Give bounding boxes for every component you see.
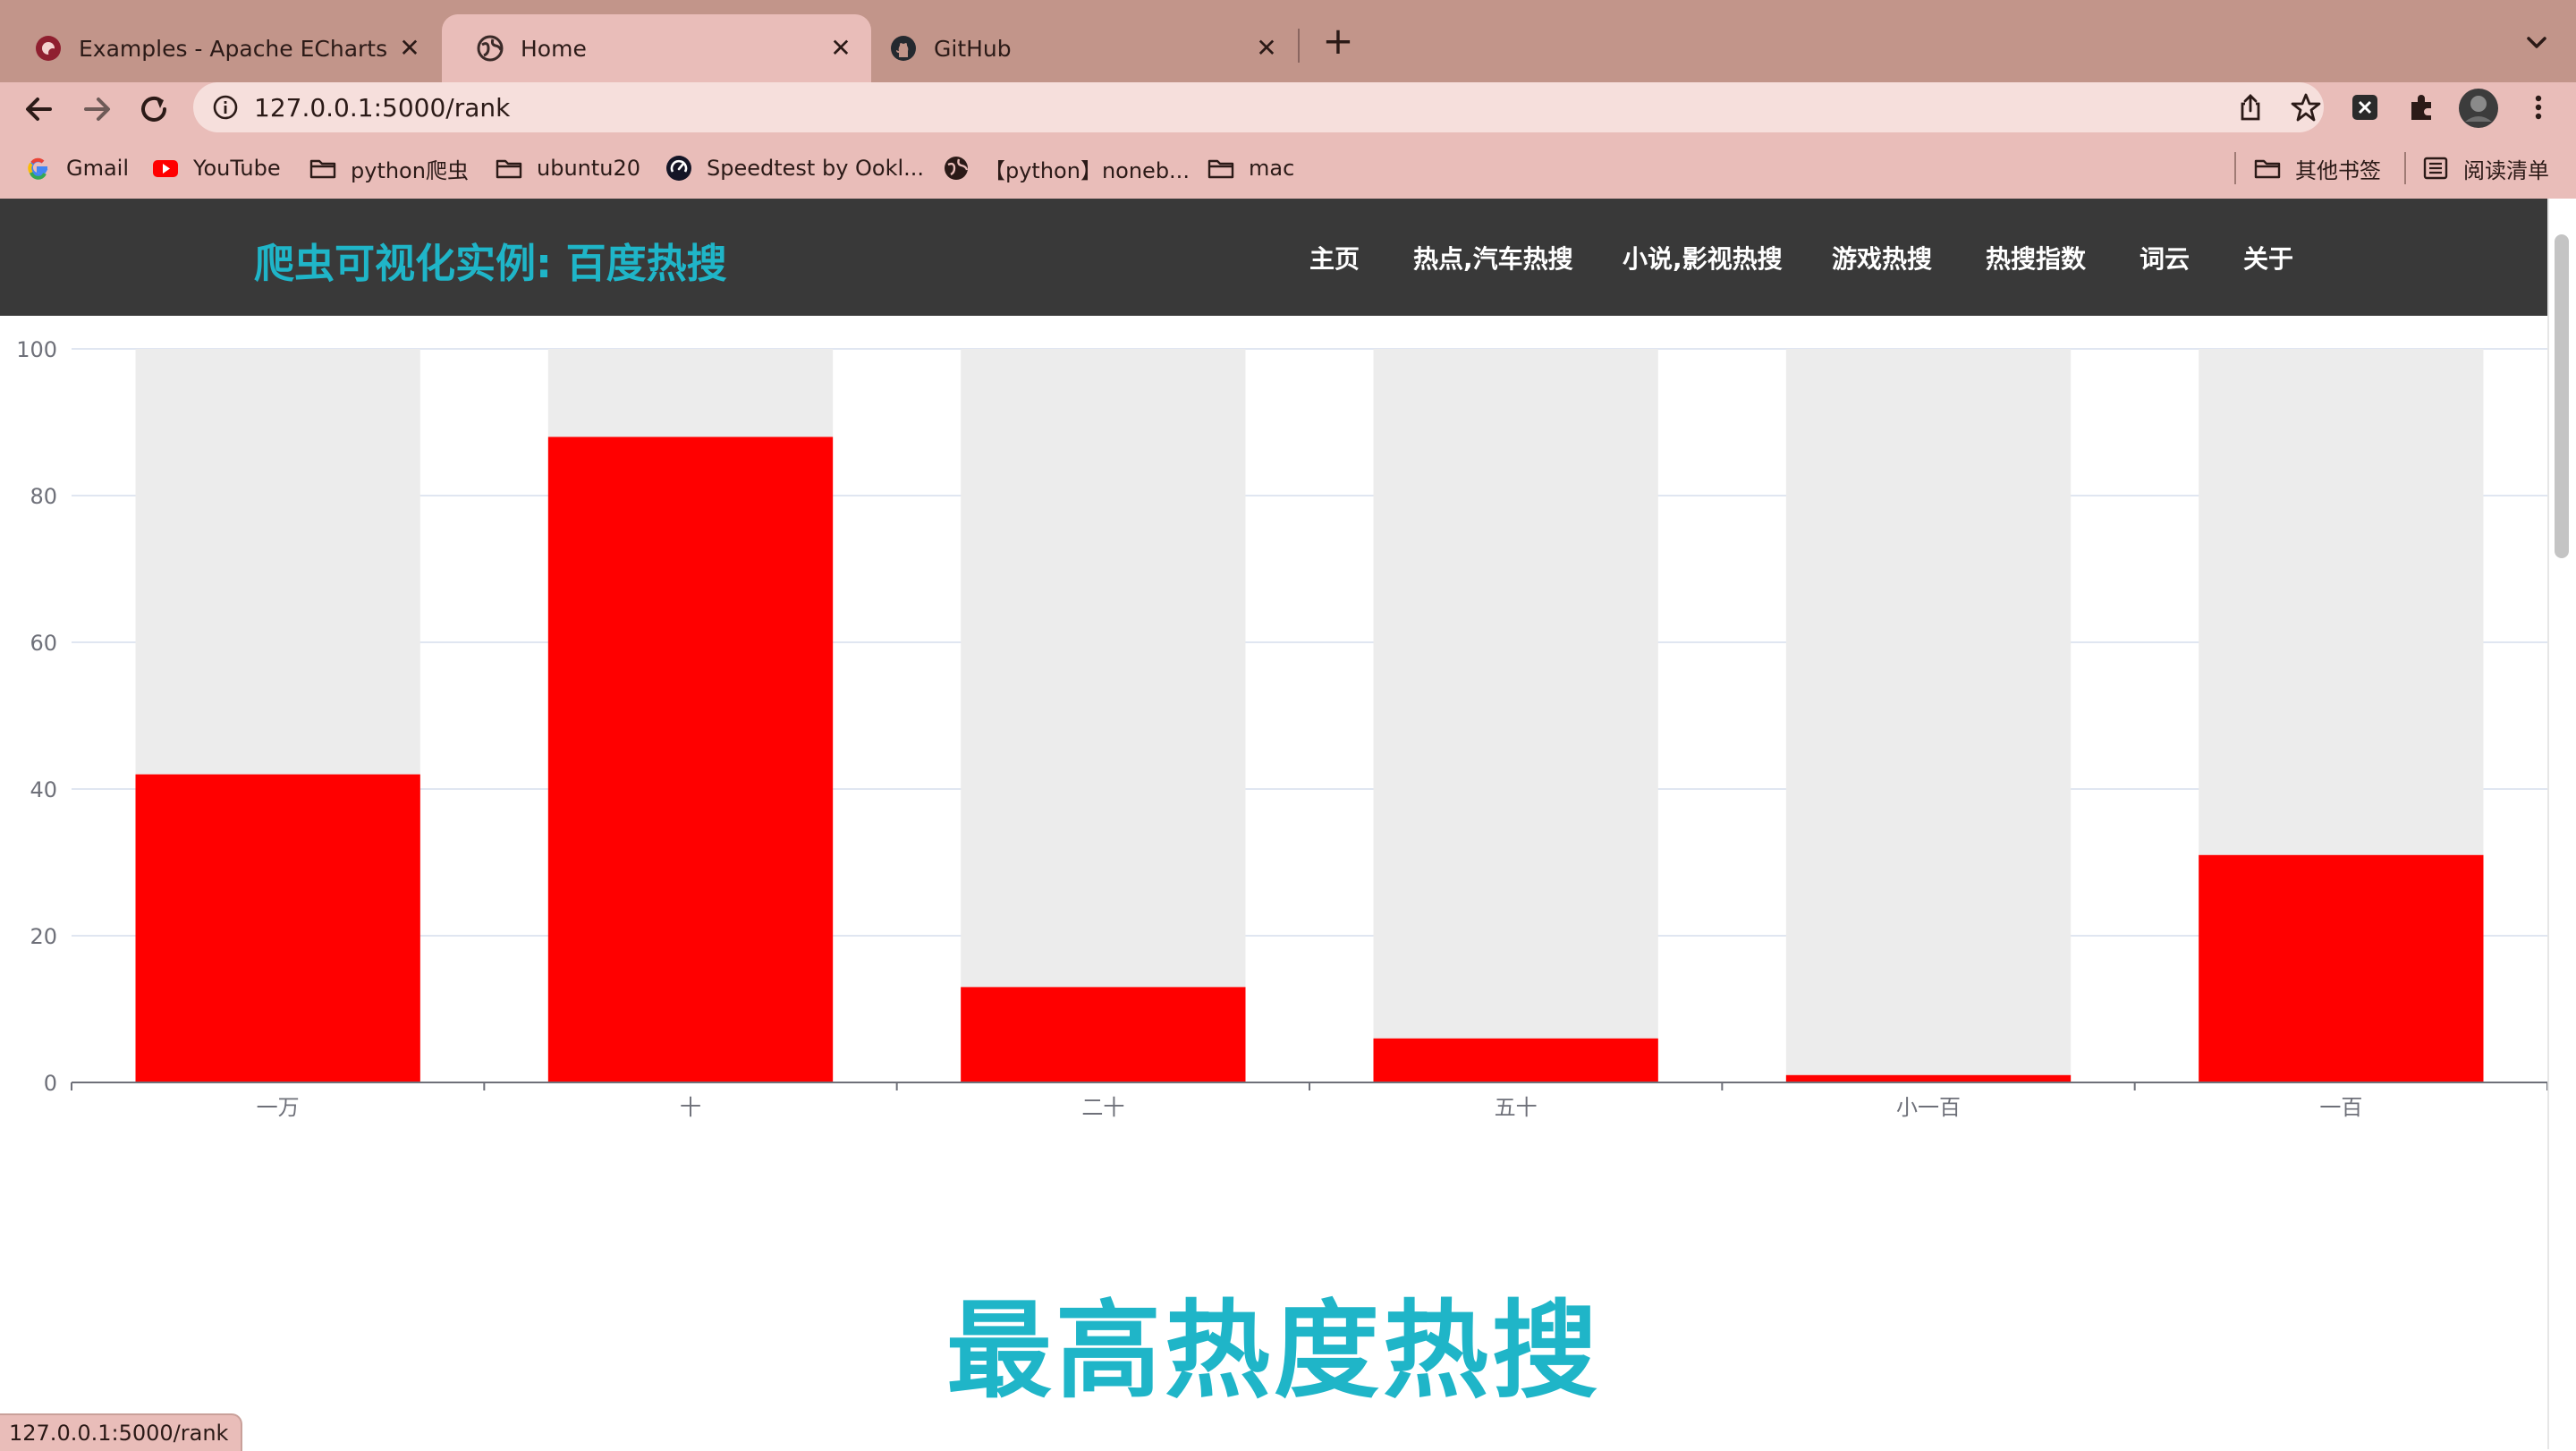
bookmark-mac-folder[interactable]: mac [1208, 150, 1294, 186]
browser-tab-home[interactable]: Home ✕ [442, 14, 871, 82]
tab-divider [1298, 29, 1300, 63]
github-icon [891, 36, 916, 61]
y-tick-label: 40 [30, 777, 57, 802]
bar [1373, 1038, 1658, 1082]
bookmark-python-nonebot[interactable]: 【python】noneb... [943, 150, 1190, 186]
nav-link-hot-car[interactable]: 热点,汽车热搜 [1413, 240, 1573, 276]
bar [547, 437, 834, 1082]
scrollbar-thumb[interactable] [2555, 234, 2569, 558]
close-tab-icon[interactable]: ✕ [828, 36, 853, 61]
extension-x-icon[interactable] [2347, 89, 2383, 125]
back-arrow-icon[interactable] [20, 89, 59, 129]
tab-title: Examples - Apache ECharts [79, 35, 388, 62]
bar [961, 987, 1246, 1082]
globe-icon [945, 157, 969, 180]
browser-tab-echarts[interactable]: Examples - Apache ECharts ✕ [0, 14, 440, 82]
close-tab-icon[interactable]: ✕ [397, 36, 422, 61]
page-viewport: 爬虫可视化实例: 百度热搜 主页 热点,汽车热搜 小说,影视热搜 游戏热搜 热搜… [0, 199, 2547, 1449]
bookmark-label: 阅读清单 [2463, 157, 2549, 183]
forward-arrow-icon[interactable] [77, 89, 116, 129]
x-tick-label: 小一百 [1896, 1095, 1961, 1120]
site-title[interactable]: 爬虫可视化实例: 百度热搜 [254, 231, 727, 289]
reading-list-icon [2423, 157, 2448, 180]
extensions-puzzle-icon[interactable] [2404, 89, 2440, 125]
bookmark-label: ubuntu20 [537, 156, 641, 181]
folder-icon [309, 159, 336, 179]
x-tick-label: 一百 [2319, 1095, 2362, 1120]
close-tab-icon[interactable]: ✕ [1254, 36, 1279, 61]
bookmark-label: 【python】noneb... [984, 157, 1190, 183]
reload-icon[interactable] [134, 89, 174, 129]
bar [2199, 854, 2484, 1082]
site-header: 爬虫可视化实例: 百度热搜 主页 热点,汽车热搜 小说,影视热搜 游戏热搜 热搜… [0, 199, 2547, 316]
nav-link-hot-index[interactable]: 热搜指数 [1986, 240, 2086, 276]
reading-list-button[interactable]: 阅读清单 [2422, 150, 2549, 186]
bar [1785, 1074, 2072, 1082]
youtube-icon [153, 160, 178, 177]
bar-chart: 0 20 40 60 80 100 一万 十 二十 五十 小一百 一百 [16, 337, 2547, 1120]
bar-background [1373, 349, 1658, 1082]
bookmark-label: 其他书签 [2295, 157, 2381, 183]
bookmark-python-folder[interactable]: python爬虫 [309, 150, 469, 186]
bookmarks-divider [2404, 152, 2406, 184]
status-url-bubble: 127.0.0.1:5000/rank [0, 1413, 243, 1451]
browser-toolbar: 127.0.0.1:5000/rank Gmail YouTube python… [0, 82, 2576, 216]
page-heading: 最高热度热搜 [945, 1289, 1601, 1413]
x-tick-label: 一万 [257, 1095, 300, 1120]
globe-icon [477, 35, 504, 62]
y-tick-label: 100 [16, 337, 57, 362]
x-tick-label: 二十 [1081, 1095, 1124, 1120]
bookmark-label: Gmail [66, 156, 130, 181]
tab-title: Home [521, 35, 587, 62]
other-bookmarks-folder[interactable]: 其他书签 [2254, 150, 2381, 186]
bookmarks-bar: Gmail YouTube python爬虫 ubuntu20 Speedtes… [0, 145, 2576, 191]
kebab-menu-icon[interactable] [2521, 89, 2556, 125]
google-icon [28, 157, 48, 180]
bookmark-label: python爬虫 [351, 157, 469, 183]
bar [135, 774, 420, 1082]
nav-link-games[interactable]: 游戏热搜 [1832, 240, 1932, 276]
chevron-down-icon[interactable] [2521, 27, 2553, 59]
bookmark-label: Speedtest by Ookl... [707, 156, 925, 181]
folder-icon [1208, 159, 1234, 179]
x-tick-label: 十 [680, 1095, 701, 1120]
bookmark-youtube[interactable]: YouTube [152, 150, 281, 186]
nav-link-word-cloud[interactable]: 词云 [2140, 240, 2190, 276]
y-tick-label: 80 [30, 484, 57, 509]
bookmark-gmail[interactable]: Gmail [25, 150, 129, 186]
bookmark-label: YouTube [193, 156, 281, 181]
bar-background [961, 349, 1246, 1082]
speedtest-icon [666, 156, 691, 181]
profile-avatar[interactable] [2458, 88, 2499, 129]
bookmark-label: mac [1249, 156, 1295, 181]
folder-icon [2254, 159, 2281, 179]
bookmark-speedtest[interactable]: Speedtest by Ookl... [665, 150, 924, 186]
share-icon[interactable] [2234, 91, 2267, 123]
address-bar[interactable]: 127.0.0.1:5000/rank [193, 82, 2324, 132]
bookmark-ubuntu-folder[interactable]: ubuntu20 [496, 150, 640, 186]
browser-tab-strip: Examples - Apache ECharts ✕ Home ✕ GitHu… [0, 0, 2576, 82]
bar-background [1785, 349, 2072, 1082]
tab-title: GitHub [934, 35, 1012, 62]
x-tick-label: 五十 [1495, 1095, 1538, 1120]
browser-tab-github[interactable]: GitHub ✕ [855, 14, 1297, 82]
y-tick-label: 0 [44, 1071, 57, 1096]
nav-link-about[interactable]: 关于 [2243, 240, 2293, 276]
url-text[interactable]: 127.0.0.1:5000/rank [254, 93, 510, 123]
bookmark-star-icon[interactable] [2290, 91, 2322, 123]
bookmarks-divider [2234, 152, 2236, 184]
new-tab-button[interactable]: + [1320, 22, 1356, 60]
folder-icon [496, 159, 522, 179]
y-tick-label: 20 [30, 924, 57, 949]
echarts-icon [36, 36, 61, 61]
nav-link-novel-film[interactable]: 小说,影视热搜 [1623, 240, 1783, 276]
site-info-icon[interactable] [211, 93, 240, 122]
nav-link-home[interactable]: 主页 [1309, 240, 1360, 276]
y-tick-label: 60 [30, 631, 57, 656]
